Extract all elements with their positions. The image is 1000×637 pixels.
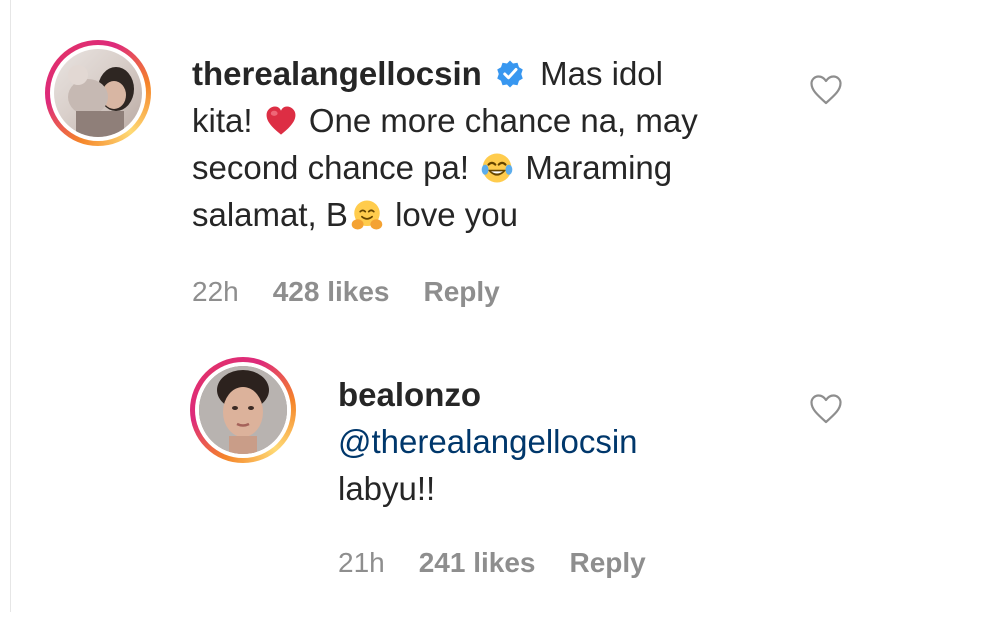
bottom-spacer: [0, 612, 1000, 637]
comment-meta: 22h 428 likes Reply: [192, 276, 500, 308]
heart-outline-icon[interactable]: [809, 74, 843, 106]
comment-text-7: love you: [395, 196, 518, 233]
comment-text-1: Mas idol: [540, 55, 663, 92]
reply-body: bealonzo @therealangellocsin labyu!!: [338, 371, 758, 512]
reply-text: labyu!!: [338, 470, 436, 507]
username[interactable]: therealangellocsin: [192, 55, 482, 92]
comment-timestamp[interactable]: 22h: [192, 276, 239, 308]
likes-count-button[interactable]: 241 likes: [419, 547, 536, 579]
red-heart-emoji: [266, 106, 296, 135]
thread-divider: [10, 0, 11, 612]
comment-text-2: kita!: [192, 102, 253, 139]
hugging-face-emoji: [351, 200, 383, 230]
likes-count-button[interactable]: 428 likes: [273, 276, 390, 308]
comment-text-3: One more chance na, may: [308, 102, 698, 139]
reply-timestamp[interactable]: 21h: [338, 547, 385, 579]
avatar[interactable]: [45, 40, 151, 146]
avatar-photo: [54, 49, 142, 137]
username[interactable]: bealonzo: [338, 376, 481, 413]
verified-badge-icon: [497, 60, 523, 88]
heart-outline-icon[interactable]: [809, 393, 843, 425]
reply-meta: 21h 241 likes Reply: [338, 547, 646, 579]
comment-body: therealangellocsin Mas idol kita! One mo…: [192, 50, 792, 238]
comment-thread: therealangellocsin Mas idol kita! One mo…: [0, 0, 1000, 637]
comment-text-6: salamat, B: [192, 196, 348, 233]
mention-link[interactable]: @therealangellocsin: [338, 423, 638, 460]
tears-of-joy-emoji: [481, 153, 513, 183]
comment-text-4: second chance pa!: [192, 149, 470, 186]
reply-button[interactable]: Reply: [424, 276, 500, 308]
reply-button[interactable]: Reply: [570, 547, 646, 579]
avatar[interactable]: [190, 357, 296, 463]
comment-text-5: Maraming: [525, 149, 673, 186]
avatar-photo: [199, 366, 287, 454]
